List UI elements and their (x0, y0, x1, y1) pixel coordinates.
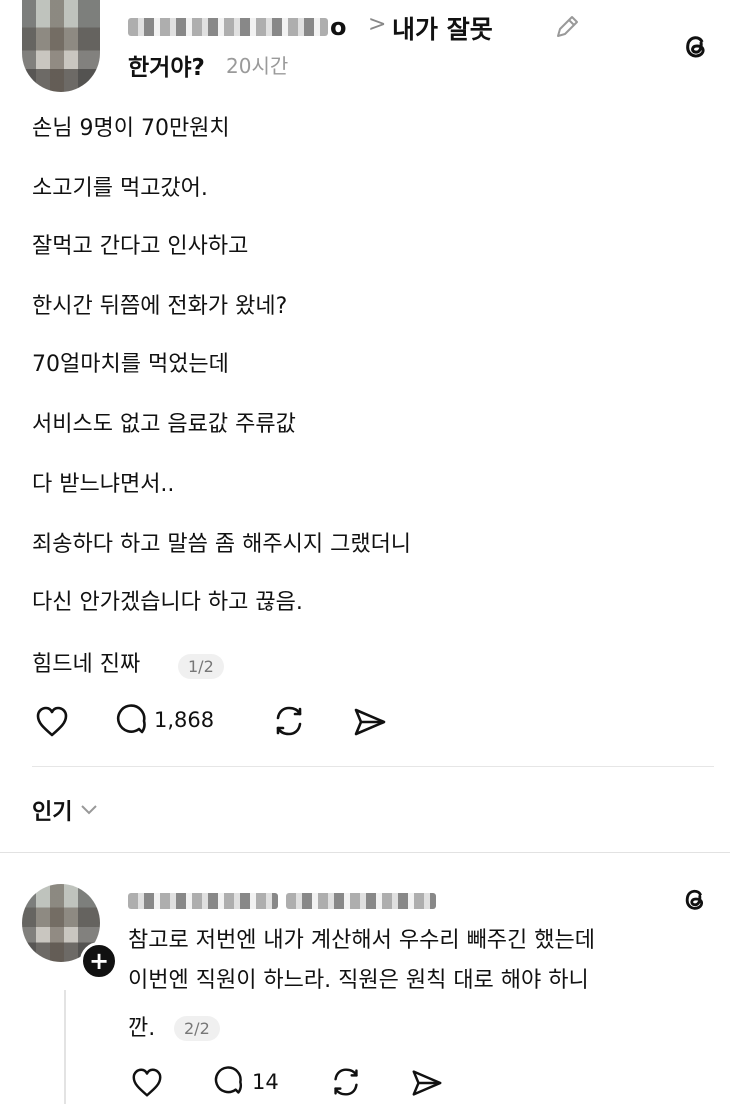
post-line-8: 죄송하다 하고 말씀 좀 해주시지 그랬더니 (32, 532, 412, 557)
reply-count: 1,868 (154, 708, 215, 732)
reply-line-2: 이번엔 직원이 하느라. 직원은 원칙 대로 해야 하니 (128, 968, 589, 993)
post-line-3: 잘먹고 간다고 인사하고 (32, 234, 249, 259)
topic-title-line2[interactable]: 한거야? (128, 48, 205, 82)
repost-icon[interactable] (270, 702, 308, 740)
share-icon[interactable] (352, 704, 388, 740)
heart-icon[interactable] (34, 704, 70, 740)
post-line-1: 손님 9명이 70만원치 (32, 116, 230, 141)
post-line-2: 소고기를 먹고갔어. (32, 176, 208, 201)
thread-page-indicator: 1/2 (178, 654, 224, 679)
reply-reply-count: 14 (252, 1070, 279, 1094)
author-avatar[interactable] (22, 0, 100, 92)
post-line-7: 다 받느냐면서.. (32, 472, 175, 497)
reply-threads-icon[interactable] (680, 884, 710, 914)
thread-line (64, 990, 66, 1104)
author-name[interactable]: o (128, 13, 347, 41)
topic-title-line1[interactable]: 내가 잘못 (392, 10, 493, 46)
post-divider (32, 766, 714, 767)
post-line-5: 70얼마치를 먹었는데 (32, 352, 229, 377)
sort-selector[interactable]: 인기 (32, 794, 98, 826)
reply-author-name[interactable] (128, 890, 436, 912)
post-time: 20시간 (226, 54, 289, 78)
chevron-down-icon (80, 804, 98, 816)
reply-line-3: 깐. (128, 1016, 156, 1041)
follow-plus-icon[interactable]: + (80, 942, 118, 980)
section-divider (0, 852, 730, 853)
reply-heart-icon[interactable] (130, 1066, 164, 1100)
breadcrumb-separator: > (368, 12, 387, 37)
post-line-10: 힘드네 진짜 (32, 652, 141, 677)
threads-icon[interactable] (680, 30, 712, 62)
reply-line-1: 참고로 저번엔 내가 계산해서 우수리 빼주긴 했는데 (128, 928, 596, 953)
sort-label: 인기 (32, 800, 73, 825)
reply-author-name-blur-1 (128, 893, 278, 909)
post-line-9: 다신 안가겠습니다 하고 끊음. (32, 590, 303, 615)
edit-icon[interactable] (552, 12, 582, 42)
author-name-suffix: o (330, 13, 347, 41)
post-line-4: 한시간 뒤쯤에 전화가 왔네? (32, 294, 288, 319)
reply-page-indicator: 2/2 (174, 1016, 220, 1041)
reply-repost-icon[interactable] (328, 1064, 364, 1100)
reply-author-name-blur-2 (286, 893, 436, 909)
reply-comment-icon[interactable] (212, 1066, 246, 1100)
author-name-blur (128, 18, 328, 36)
post-line-6: 서비스도 없고 음료값 주류값 (32, 412, 296, 437)
reply-share-icon[interactable] (410, 1066, 444, 1100)
comment-icon[interactable] (114, 704, 150, 740)
